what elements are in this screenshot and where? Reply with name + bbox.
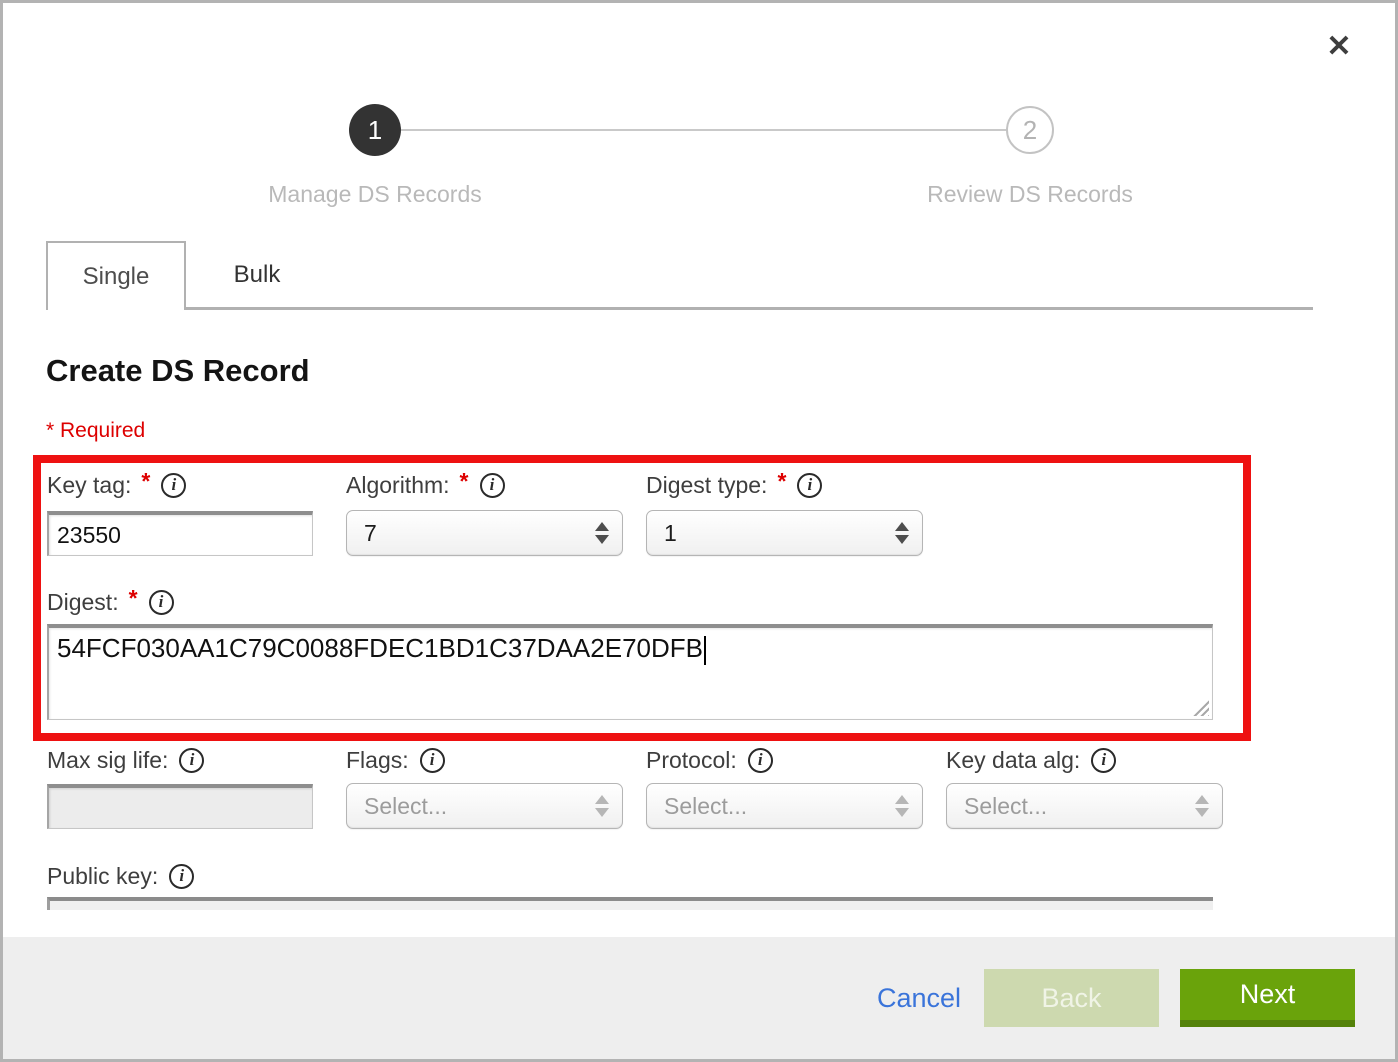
next-button[interactable]: Next xyxy=(1180,969,1355,1027)
digest-type-label-group: Digest type: * i xyxy=(646,471,822,499)
digest-type-select[interactable]: 1 xyxy=(646,510,923,556)
protocol-select-value: Select... xyxy=(664,793,747,820)
info-icon[interactable]: i xyxy=(797,473,822,498)
digest-value: 54FCF030AA1C79C0088FDEC1BD1C37DAA2E70DFB xyxy=(57,633,703,663)
digest-label-group: Digest: * i xyxy=(47,588,174,616)
modal-footer: Cancel Back Next xyxy=(3,937,1395,1059)
flags-select[interactable]: Select... xyxy=(346,783,623,829)
info-icon[interactable]: i xyxy=(169,864,194,889)
cancel-button[interactable]: Cancel xyxy=(877,983,961,1014)
key-data-alg-label-group: Key data alg: i xyxy=(946,746,1116,774)
tab-bulk[interactable]: Bulk xyxy=(186,243,328,307)
tab-single[interactable]: Single xyxy=(46,241,186,310)
text-cursor xyxy=(704,636,706,665)
max-sig-life-label: Max sig life: xyxy=(47,747,168,774)
max-sig-life-label-group: Max sig life: i xyxy=(47,746,204,774)
public-key-textarea[interactable] xyxy=(47,897,1213,910)
page-title: Create DS Record xyxy=(46,353,310,389)
protocol-label-group: Protocol: i xyxy=(646,746,773,774)
required-asterisk: * xyxy=(460,468,469,495)
info-icon[interactable]: i xyxy=(161,473,186,498)
key-data-alg-select-value: Select... xyxy=(964,793,1047,820)
required-note: * Required xyxy=(46,419,145,443)
key-data-alg-select[interactable]: Select... xyxy=(946,783,1223,829)
step-2-label: Review DS Records xyxy=(870,181,1190,208)
dropdown-arrows-icon xyxy=(895,795,909,817)
close-icon[interactable]: ✕ xyxy=(1321,29,1357,65)
step-1-indicator: 1 xyxy=(349,104,401,156)
required-asterisk: * xyxy=(141,468,150,495)
algorithm-select-value: 7 xyxy=(364,520,377,547)
digest-type-select-value: 1 xyxy=(664,520,677,547)
key-tag-label: Key tag: xyxy=(47,472,131,499)
digest-type-label: Digest type: xyxy=(646,472,767,499)
flags-select-value: Select... xyxy=(364,793,447,820)
info-icon[interactable]: i xyxy=(1091,748,1116,773)
tab-underline xyxy=(46,307,1313,310)
required-asterisk: * xyxy=(129,585,138,612)
flags-label-group: Flags: i xyxy=(346,746,445,774)
key-tag-input[interactable] xyxy=(47,511,313,556)
protocol-select[interactable]: Select... xyxy=(646,783,923,829)
info-icon[interactable]: i xyxy=(420,748,445,773)
protocol-label: Protocol: xyxy=(646,747,737,774)
dropdown-arrows-icon xyxy=(595,522,609,544)
key-tag-label-group: Key tag: * i xyxy=(47,471,186,499)
step-2-indicator: 2 xyxy=(1006,106,1054,154)
create-ds-record-modal: ✕ 1 2 Manage DS Records Review DS Record… xyxy=(0,0,1398,1062)
step-1-label: Manage DS Records xyxy=(215,181,535,208)
back-button[interactable]: Back xyxy=(984,969,1159,1027)
dropdown-arrows-icon xyxy=(595,795,609,817)
max-sig-life-input[interactable] xyxy=(47,784,313,829)
algorithm-select[interactable]: 7 xyxy=(346,510,623,556)
algorithm-label: Algorithm: xyxy=(346,472,450,499)
resize-grip-icon[interactable] xyxy=(1192,699,1209,716)
info-icon[interactable]: i xyxy=(149,590,174,615)
dropdown-arrows-icon xyxy=(1195,795,1209,817)
info-icon[interactable]: i xyxy=(179,748,204,773)
key-data-alg-label: Key data alg: xyxy=(946,747,1080,774)
required-asterisk: * xyxy=(777,468,786,495)
info-icon[interactable]: i xyxy=(748,748,773,773)
public-key-label-group: Public key: i xyxy=(47,862,194,890)
algorithm-label-group: Algorithm: * i xyxy=(346,471,505,499)
flags-label: Flags: xyxy=(346,747,409,774)
stepper-connector xyxy=(400,129,1008,131)
digest-textarea[interactable]: 54FCF030AA1C79C0088FDEC1BD1C37DAA2E70DFB xyxy=(47,624,1213,720)
dropdown-arrows-icon xyxy=(895,522,909,544)
info-icon[interactable]: i xyxy=(480,473,505,498)
digest-label: Digest: xyxy=(47,589,119,616)
public-key-label: Public key: xyxy=(47,863,158,890)
